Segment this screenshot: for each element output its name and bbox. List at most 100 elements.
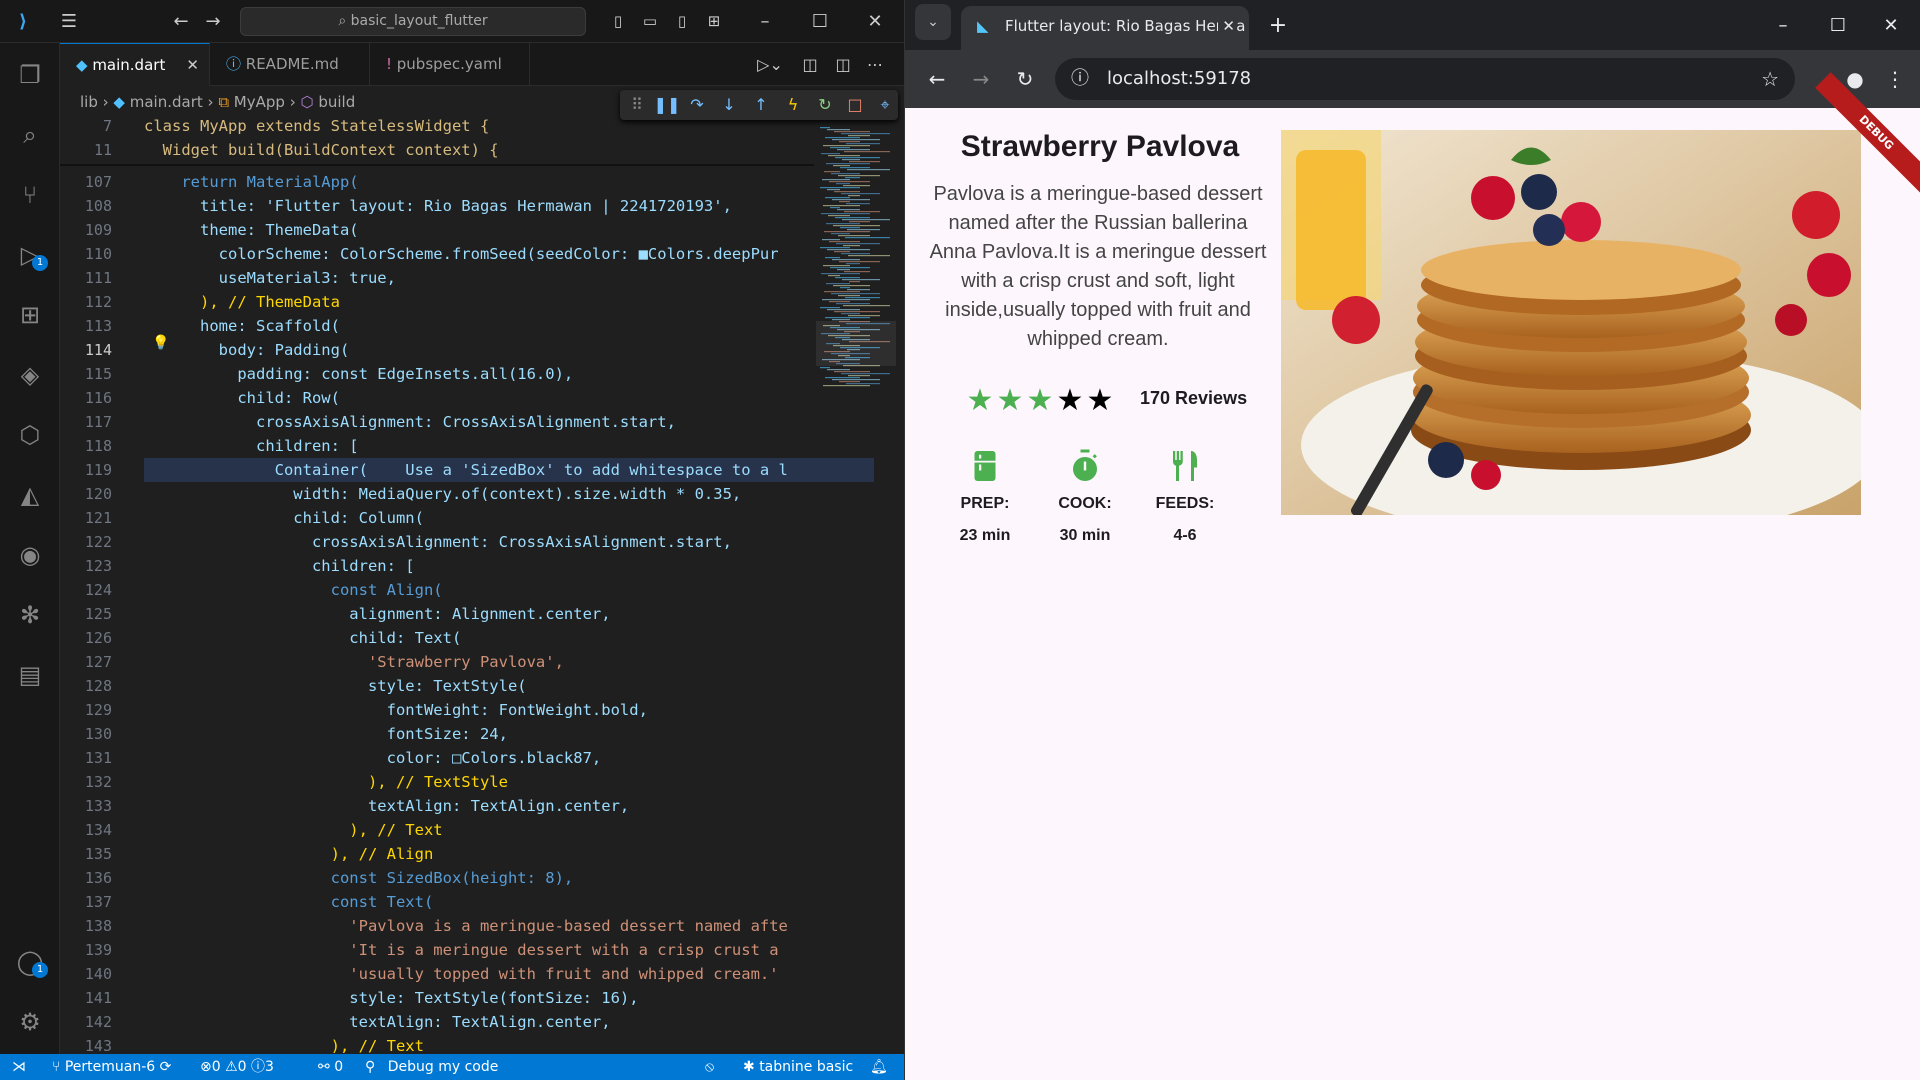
search-icon[interactable]: ⌕	[0, 111, 60, 159]
settings-gear-icon[interactable]: ⚙	[0, 998, 60, 1046]
close-tab-icon[interactable]: ✕	[1218, 6, 1235, 46]
code-line[interactable]: const Text(	[144, 890, 434, 914]
code-line[interactable]: 'Strawberry Pavlova',	[144, 650, 564, 674]
accounts-icon[interactable]: ◯ 1	[0, 938, 60, 986]
code-line[interactable]: 'It is a meringue dessert with a crisp c…	[144, 938, 778, 962]
tab-search-chevron-icon[interactable]: ⌄	[915, 4, 951, 40]
code-line[interactable]: 'usually topped with fruit and whipped c…	[144, 962, 778, 986]
menu-icon[interactable]: ☰	[54, 0, 84, 43]
breadcrumb-class[interactable]: MyApp	[234, 93, 285, 111]
maximize-icon[interactable]: ☐	[805, 0, 835, 43]
back-arrow-icon[interactable]: ←	[917, 58, 957, 100]
code-line[interactable]: textAlign: TextAlign.center,	[144, 1010, 610, 1034]
code-line[interactable]: colorScheme: ColorScheme.fromSeed(seedCo…	[144, 242, 779, 266]
split-editor-icon[interactable]: ◫	[828, 43, 858, 86]
problems-status[interactable]: ⊗0 ⚠0 ⓘ3	[200, 1054, 274, 1080]
flutter-icon[interactable]: ◭	[0, 471, 60, 519]
minimize-icon[interactable]: –	[1765, 4, 1801, 48]
source-control-icon[interactable]: ⑂	[0, 171, 60, 219]
extensions-icon[interactable]: ⊞	[0, 291, 60, 339]
minimize-icon[interactable]: –	[750, 0, 780, 43]
bookmark-star-icon[interactable]: ☆	[1761, 58, 1779, 100]
code-line[interactable]: theme: ThemeData(	[144, 218, 359, 242]
code-line[interactable]: ), // Text	[144, 1034, 424, 1054]
reload-icon[interactable]: ↻	[1005, 58, 1045, 100]
explorer-icon[interactable]: ❐	[0, 51, 60, 99]
github-icon[interactable]: ◉	[0, 531, 60, 579]
close-window-icon[interactable]: ✕	[1873, 4, 1909, 48]
code-line[interactable]: const Align(	[144, 578, 443, 602]
code-line[interactable]: 'Pavlova is a meringue-based dessert nam…	[144, 914, 788, 938]
close-tab-icon[interactable]: ✕	[186, 44, 199, 87]
code-line[interactable]: crossAxisAlignment: CrossAxisAlignment.s…	[144, 410, 676, 434]
debug-status[interactable]: ⚲ Debug my code	[365, 1054, 498, 1080]
minimap-line	[821, 153, 840, 155]
minimap[interactable]	[816, 121, 896, 1054]
notifications-bell-icon[interactable]: 🔔︎	[870, 1054, 888, 1080]
breadcrumb-file[interactable]: main.dart	[130, 93, 203, 111]
code-line[interactable]: children: [	[144, 554, 415, 578]
code-line[interactable]: const SizedBox(height: 8),	[144, 866, 574, 890]
code-line[interactable]: Container( Use a 'SizedBox' to add white…	[144, 458, 874, 482]
kubernetes-icon[interactable]: ✻	[0, 591, 60, 639]
branch-status[interactable]: ⑂ Pertemuan-6 ⟳	[52, 1054, 171, 1080]
browser-tab[interactable]: ◣ Flutter layout: Rio Bagas Herma ✕	[961, 6, 1249, 50]
ports-status[interactable]: ⚯ 0	[318, 1054, 343, 1080]
code-line[interactable]: ), // Align	[144, 842, 434, 866]
toggle-primary-sidebar-icon[interactable]: ▯	[605, 0, 631, 43]
run-button-icon[interactable]: ▷⌄	[750, 43, 790, 86]
more-actions-icon[interactable]: ⋯	[860, 43, 890, 86]
code-line[interactable]: ), // Text	[144, 818, 442, 842]
code-line[interactable]: style: TextStyle(	[144, 674, 527, 698]
copilot-icon[interactable]: ⦸	[705, 1054, 714, 1080]
code-line[interactable]: child: Row(	[144, 386, 340, 410]
customize-layout-icon[interactable]: ⊞	[701, 0, 727, 43]
site-info-icon[interactable]: ⓘ	[1071, 58, 1089, 100]
maximize-icon[interactable]: ☐	[1820, 4, 1856, 48]
code-line[interactable]: body: Padding(	[144, 338, 350, 362]
code-line[interactable]: child: Column(	[144, 506, 424, 530]
code-line[interactable]: fontSize: 24,	[144, 722, 508, 746]
code-line[interactable]: children: [	[144, 434, 359, 458]
tab-pubspec[interactable]: ! pubspec.yaml	[370, 43, 530, 86]
lightbulb-icon[interactable]: 💡	[152, 335, 169, 355]
tabnine-status[interactable]: ✱ tabnine basic	[743, 1054, 853, 1080]
code-line[interactable]: useMaterial3: true,	[144, 266, 396, 290]
code-line[interactable]: padding: const EdgeInsets.all(16.0),	[144, 362, 573, 386]
back-arrow-icon[interactable]: ←	[166, 0, 196, 43]
toggle-panel-icon[interactable]: ▭	[637, 0, 663, 43]
breadcrumb-method[interactable]: build	[318, 93, 355, 111]
code-line[interactable]: return MaterialApp(	[144, 170, 358, 194]
code-line[interactable]: home: Scaffold(	[144, 314, 340, 338]
tab-main-dart[interactable]: ◆ main.dart ✕	[60, 43, 210, 86]
code-line[interactable]: color: □Colors.black87,	[144, 746, 602, 770]
code-line[interactable]: title: 'Flutter layout: Rio Bagas Hermaw…	[144, 194, 732, 218]
code-line[interactable]: fontWeight: FontWeight.bold,	[144, 698, 648, 722]
toggle-secondary-sidebar-icon[interactable]: ▯	[669, 0, 695, 43]
breadcrumb-folder[interactable]: lib	[80, 93, 98, 111]
code-line[interactable]: ), // ThemeData	[144, 290, 340, 314]
remote-icon[interactable]: ⋊	[12, 1054, 26, 1080]
code-line[interactable]: crossAxisAlignment: CrossAxisAlignment.s…	[144, 530, 732, 554]
command-center-search[interactable]: ⌕ basic_layout_flutter	[240, 7, 586, 36]
new-tab-plus-icon[interactable]: +	[1260, 4, 1296, 48]
forward-arrow-icon[interactable]: →	[198, 0, 228, 43]
browser-menu-icon[interactable]: ⋮	[1875, 58, 1915, 100]
chat-icon[interactable]: ▤	[0, 651, 60, 699]
address-bar[interactable]: ⓘ localhost:59178 ☆	[1055, 58, 1795, 100]
code-line[interactable]: alignment: Alignment.center,	[144, 602, 610, 626]
code-line[interactable]: ), // TextStyle	[144, 770, 508, 794]
testing-icon[interactable]: ⬡	[0, 411, 60, 459]
code-line[interactable]: textAlign: TextAlign.center,	[144, 794, 629, 818]
run-debug-icon[interactable]: ▷ 1	[0, 231, 60, 279]
tab-readme[interactable]: ⓘ README.md	[210, 43, 370, 86]
python-icon[interactable]: ◈	[0, 351, 60, 399]
open-preview-icon[interactable]: ◫	[795, 43, 825, 86]
code-line[interactable]: style: TextStyle(fontSize: 16),	[144, 986, 638, 1010]
code-line[interactable]: width: MediaQuery.of(context).size.width…	[144, 482, 741, 506]
close-window-icon[interactable]: ✕	[860, 0, 890, 43]
code-editor[interactable]: 7 11 107 108 109 110 111 112 113 114 115 116 117 118 1…	[60, 114, 904, 1054]
code-line[interactable]: child: Text(	[144, 626, 461, 650]
code-area[interactable]: class MyApp extends StatelessWidget { Wi…	[144, 114, 874, 1054]
forward-arrow-icon[interactable]: →	[961, 58, 1001, 100]
